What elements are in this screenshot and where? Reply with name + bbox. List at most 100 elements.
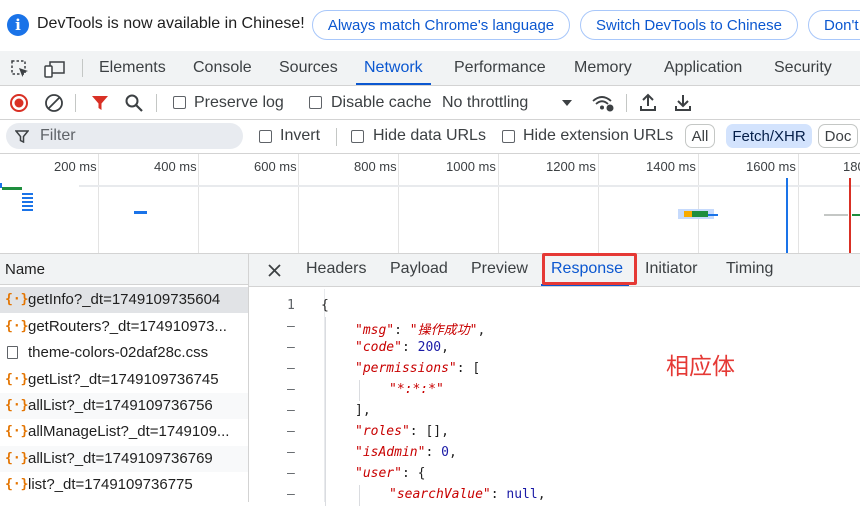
request-row[interactable]: {·} allList?_dt=1749109736756 (0, 393, 248, 419)
tab-headers[interactable]: Headers (306, 260, 366, 278)
tab-memory[interactable]: Memory (574, 51, 632, 85)
code-token: "msg" (355, 323, 395, 338)
hide-extension-urls-checkbox[interactable] (502, 130, 515, 143)
indent-guide (325, 317, 326, 338)
request-row[interactable]: {·} allList?_dt=1749109736769 (0, 446, 248, 472)
xhr-icon: {·} (5, 451, 29, 466)
request-row[interactable]: {·} getList?_dt=1749109736745 (0, 367, 248, 393)
line-number: – (287, 403, 295, 418)
code-token: "code" (355, 340, 402, 355)
tab-payload[interactable]: Payload (390, 260, 448, 278)
code-token: : (401, 340, 418, 355)
filter-icon (15, 130, 29, 143)
tab-initiator[interactable]: Initiator (645, 260, 697, 278)
preserve-log-checkbox[interactable] (173, 96, 186, 109)
code-token: : [], (409, 424, 449, 439)
close-icon[interactable] (268, 264, 281, 277)
code-line: { (321, 298, 329, 313)
request-row[interactable]: {·} getRouters?_dt=174910973... (0, 314, 248, 340)
network-conditions-icon[interactable] (591, 93, 615, 113)
tab-console[interactable]: Console (193, 51, 252, 85)
stop-recording-icon[interactable] (9, 93, 29, 113)
tab-network[interactable]: Network (356, 51, 431, 85)
filter-funnel-icon[interactable] (90, 94, 110, 112)
request-list: Name {·} getInfo?_dt=1749109735604 {·} g… (0, 254, 249, 502)
type-chip-all[interactable]: All (685, 124, 715, 148)
request-row[interactable]: {·} allManageList?_dt=1749109... (0, 419, 248, 445)
device-toolbar-icon[interactable] (44, 59, 66, 79)
type-chip-fetch-xhr[interactable]: Fetch/XHR (726, 124, 812, 148)
code-token: : (425, 445, 442, 460)
code-token: "user" (355, 466, 402, 481)
code-line: "user": { (355, 466, 425, 481)
network-toolbar: Preserve log Disable cache No throttling (0, 86, 860, 120)
chevron-down-icon (562, 100, 572, 106)
request-row[interactable]: {·} getInfo?_dt=1749109735604 (0, 287, 248, 313)
timeline-gridline (398, 154, 399, 253)
export-har-icon[interactable] (673, 92, 693, 112)
tab-preview[interactable]: Preview (471, 260, 528, 278)
preserve-log-label: Preserve log (194, 94, 284, 111)
search-icon[interactable] (124, 93, 144, 113)
line-number: – (287, 445, 295, 460)
line-number: – (287, 319, 295, 334)
request-name: list?_dt=1749109736775 (28, 476, 193, 493)
xhr-icon: {·} (5, 398, 29, 413)
timeline-tick-label: 400 ms (154, 159, 197, 174)
xhr-icon: {·} (5, 477, 29, 492)
indent-guide (325, 401, 326, 422)
timeline-bar (2, 187, 22, 190)
indent-guide (325, 443, 326, 464)
throttling-select[interactable]: No throttling (442, 94, 528, 112)
timeline-gridline (598, 154, 599, 253)
timeline-gridline (198, 154, 199, 253)
indent-guide (359, 380, 360, 401)
tab-performance[interactable]: Performance (454, 51, 546, 85)
timeline-gridline (698, 154, 699, 253)
code-line: "roles": [], (355, 424, 449, 439)
request-name: allList?_dt=1749109736756 (28, 397, 213, 414)
clear-icon[interactable] (44, 93, 64, 113)
code-token: : (490, 487, 507, 502)
tab-elements[interactable]: Elements (99, 51, 166, 85)
import-har-icon[interactable] (638, 92, 658, 112)
tab-sources[interactable]: Sources (279, 51, 338, 85)
inspect-element-icon[interactable] (10, 59, 30, 79)
toolbar-divider (156, 94, 157, 112)
code-token: , (537, 487, 546, 502)
line-number: – (287, 424, 295, 439)
dont-show-again-button[interactable]: Don't (808, 10, 860, 40)
code-line: "isAdmin": 0, (355, 445, 457, 460)
code-token: "roles" (355, 424, 410, 439)
request-row[interactable]: theme-colors-02daf28c.css (0, 340, 248, 366)
request-row[interactable]: {·} list?_dt=1749109736775 (0, 472, 248, 498)
timeline-tick-label: 600 ms (254, 159, 297, 174)
line-number: – (287, 382, 295, 397)
timeline-bar (22, 209, 33, 211)
filter-input[interactable]: Filter (6, 123, 243, 149)
request-name: allList?_dt=1749109736769 (28, 450, 213, 467)
response-viewer[interactable]: 1 – – – – – – – – – {"msg": "操作成功", "code… (249, 287, 860, 506)
request-details: Headers Payload Preview Response Initiat… (249, 253, 860, 506)
code-token: "permissions" (355, 361, 457, 376)
indent-guide (325, 422, 326, 443)
disable-cache-checkbox[interactable] (309, 96, 322, 109)
name-column-header[interactable]: Name (0, 254, 248, 285)
timeline-bar (852, 214, 860, 216)
always-match-language-button[interactable]: Always match Chrome's language (312, 10, 570, 40)
timeline-overview[interactable]: 200 ms 400 ms 600 ms 800 ms 1000 ms 1200… (0, 154, 860, 254)
type-chip-doc[interactable]: Doc (818, 124, 858, 148)
invert-checkbox[interactable] (259, 130, 272, 143)
switch-to-chinese-button[interactable]: Switch DevTools to Chinese (580, 10, 798, 40)
request-name: allManageList?_dt=1749109... (28, 423, 230, 440)
tab-timing[interactable]: Timing (726, 260, 773, 278)
hide-extension-urls-label: Hide extension URLs (523, 127, 674, 144)
code-token: , (477, 323, 486, 338)
hide-data-urls-checkbox[interactable] (351, 130, 364, 143)
xhr-icon: {·} (5, 424, 29, 439)
timeline-gridline (798, 154, 799, 253)
tab-application[interactable]: Application (664, 51, 742, 85)
tab-security[interactable]: Security (774, 51, 832, 85)
request-name: getRouters?_dt=174910973... (28, 318, 227, 335)
response-body-annotation: 相应体 (666, 354, 735, 380)
